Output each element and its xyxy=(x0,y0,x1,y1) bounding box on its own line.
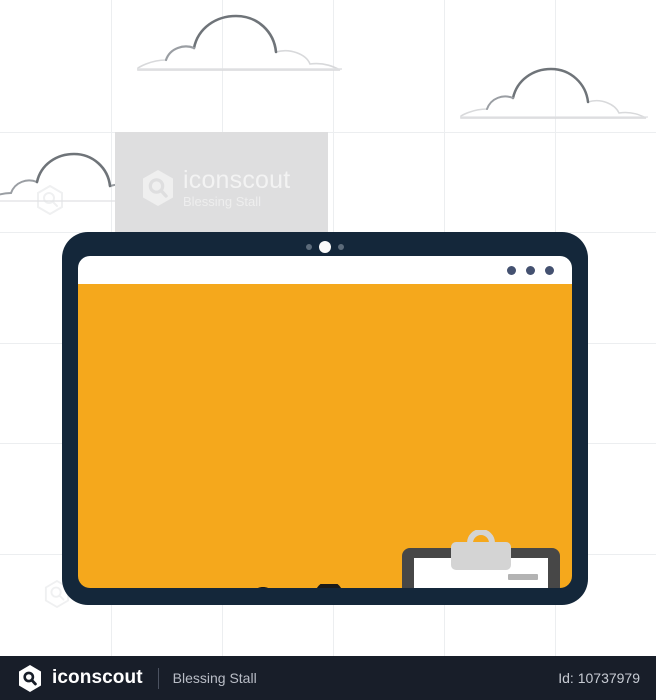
window-dot-minimize-icon[interactable] xyxy=(507,265,516,275)
watermark-author-name: Blessing Stall xyxy=(183,194,262,209)
footer-author-name: Blessing Stall xyxy=(172,670,257,686)
watermark-hex-logo-icon xyxy=(143,170,173,206)
grid-line-horizontal xyxy=(0,132,656,133)
illustration-canvas: iconscout Blessing Stall iconscout Bless… xyxy=(0,0,656,700)
watermark-brand: iconscout Blessing Stall xyxy=(140,168,290,208)
camera-dot-left-icon xyxy=(306,244,312,250)
cloud-top-left xyxy=(137,14,342,71)
footer-asset-id: Id: 10737979 xyxy=(558,670,640,686)
watermark-logo-left xyxy=(37,185,63,215)
footer-brand[interactable]: iconscout xyxy=(17,664,143,693)
tablet-camera-row xyxy=(306,241,344,253)
tablet-screen xyxy=(78,284,572,588)
cloud-top-right xyxy=(460,67,648,119)
checklist-clipboard xyxy=(402,530,560,588)
clipboard-clip-icon xyxy=(451,530,511,570)
window-dot-maximize-icon[interactable] xyxy=(526,265,535,275)
footer-bar: iconscout Blessing Stall Id: 10737979 xyxy=(0,656,656,700)
browser-title-bar xyxy=(78,256,572,284)
tablet-device xyxy=(62,232,588,605)
window-dot-close-icon[interactable] xyxy=(545,265,554,275)
woman-right xyxy=(317,584,341,588)
watermark-brand-name: iconscout xyxy=(183,166,291,194)
camera-lens-icon xyxy=(319,241,331,253)
iconscout-hex-logo-icon xyxy=(19,664,41,692)
camera-dot-right-icon xyxy=(338,244,344,250)
footer-brand-name: iconscout xyxy=(52,667,143,688)
footer-divider xyxy=(157,667,159,689)
woman-left xyxy=(258,587,268,588)
two-women-illustration xyxy=(258,584,341,588)
